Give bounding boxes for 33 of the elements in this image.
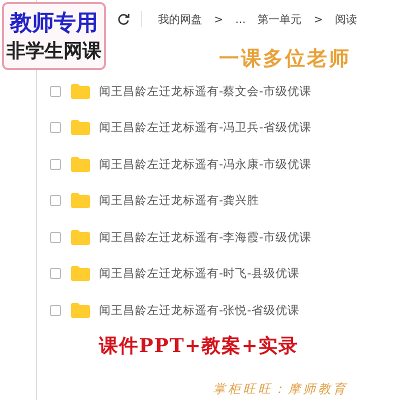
- folder-icon: [71, 302, 90, 318]
- checkbox[interactable]: [50, 158, 61, 170]
- checkbox[interactable]: [50, 268, 61, 280]
- shop-text: 掌柜旺旺：摩师教育: [213, 380, 348, 398]
- checkbox[interactable]: [50, 86, 61, 97]
- folder-icon: [71, 266, 90, 282]
- breadcrumb-item[interactable]: 第一单元: [258, 12, 302, 26]
- breadcrumb-item[interactable]: ...: [235, 12, 246, 26]
- file-name[interactable]: 闻王昌龄左迁龙标遥有-时飞-县级优课: [99, 266, 300, 282]
- breadcrumb-separator: >: [314, 12, 323, 26]
- checkbox[interactable]: [50, 232, 61, 243]
- badge-title: 教师专用: [10, 10, 98, 38]
- file-name[interactable]: 闻王昌龄左迁龙标遥有-张悦-省级优课: [99, 302, 300, 318]
- checkbox[interactable]: [50, 195, 61, 206]
- file-name[interactable]: 闻王昌龄左迁龙标遥有-龚兴胜: [99, 193, 260, 208]
- file-name[interactable]: 闻王昌龄左迁龙标遥有-冯卫兵-省级优课: [99, 120, 312, 136]
- checkbox[interactable]: [50, 122, 61, 134]
- folder-icon: [71, 193, 90, 208]
- promo-slogan: 一课多位老师: [219, 45, 351, 72]
- folder-icon: [71, 84, 90, 99]
- folder-icon: [71, 156, 90, 172]
- folder-icon: [71, 120, 90, 136]
- refresh-icon[interactable]: [117, 12, 130, 26]
- breadcrumb-separator: >: [214, 12, 224, 26]
- file-name[interactable]: 闻王昌龄左迁龙标遥有-蔡文会-市级优课: [99, 84, 312, 99]
- breadcrumb-item[interactable]: 我的网盘: [158, 12, 202, 26]
- checkbox[interactable]: [50, 304, 61, 316]
- file-name[interactable]: 闻王昌龄左迁龙标遥有-冯永康-市级优课: [99, 156, 312, 172]
- file-name[interactable]: 闻王昌龄左迁龙标遥有-李海霞-市级优课: [99, 230, 312, 245]
- breadcrumb-item[interactable]: 阅读: [334, 12, 357, 26]
- badge-subtitle: 非学生网课: [6, 39, 102, 64]
- promo-text: 课件PPT+教案+实录: [99, 334, 299, 358]
- folder-icon: [71, 230, 90, 245]
